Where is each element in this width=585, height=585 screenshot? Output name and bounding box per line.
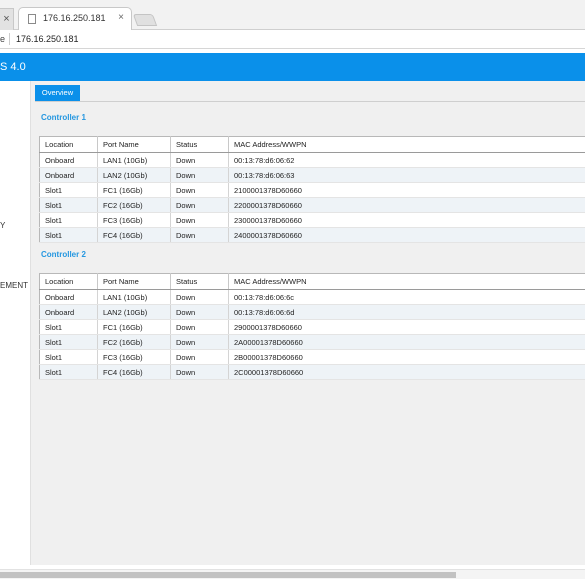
new-tab-button[interactable] — [132, 14, 158, 26]
cell-status: Down — [170, 364, 229, 380]
cell-status: Down — [170, 227, 229, 243]
app-title: S 4.0 — [0, 61, 26, 73]
cell-location: Onboard — [39, 304, 98, 320]
cell-mac-address: 2900001378D60660 — [228, 319, 585, 335]
cell-port-name: LAN2 (10Gb) — [97, 167, 171, 183]
column-header-port-name: Port Name — [97, 273, 171, 290]
table-row[interactable]: Slot1 FC1 (16Gb) Down 2100001378D60660 — [39, 182, 585, 198]
cell-location: Slot1 — [39, 349, 98, 365]
cell-port-name: FC1 (16Gb) — [97, 319, 171, 335]
cell-location: Slot1 — [39, 319, 98, 335]
cell-port-name: FC3 (16Gb) — [97, 212, 171, 228]
table-header-row: Location Port Name Status MAC Address/WW… — [39, 136, 585, 153]
column-header-mac-address: MAC Address/WWPN — [228, 273, 585, 290]
cell-mac-address: 00:13:78:d6:06:62 — [228, 152, 585, 168]
tab-title: 176.16.250.181 — [43, 13, 106, 23]
cell-mac-address: 2300001378D60660 — [228, 212, 585, 228]
table-row[interactable]: Slot1 FC4 (16Gb) Down 2400001378D60660 — [39, 227, 585, 243]
previous-tab[interactable]: × — [0, 8, 14, 30]
cell-location: Slot1 — [39, 227, 98, 243]
address-divider — [9, 33, 10, 45]
cell-status: Down — [170, 167, 229, 183]
tab-overview[interactable]: Overview — [35, 85, 80, 101]
cell-mac-address: 2200001378D60660 — [228, 197, 585, 213]
column-header-location: Location — [39, 136, 98, 153]
cell-mac-address: 2400001378D60660 — [228, 227, 585, 243]
active-tab[interactable]: 176.16.250.181 × — [18, 7, 132, 31]
cell-mac-address: 00:13:78:d6:06:6d — [228, 304, 585, 320]
cell-mac-address: 2A00001378D60660 — [228, 334, 585, 350]
cell-status: Down — [170, 289, 229, 305]
controller-2-title: Controller 2 — [41, 250, 86, 259]
cell-port-name: FC4 (16Gb) — [97, 364, 171, 380]
address-url[interactable]: 176.16.250.181 — [16, 34, 79, 44]
cell-status: Down — [170, 334, 229, 350]
cell-status: Down — [170, 197, 229, 213]
main-content: Overview Controller 1 Location Port Name… — [30, 81, 585, 565]
column-header-status: Status — [170, 273, 229, 290]
cell-port-name: LAN2 (10Gb) — [97, 304, 171, 320]
tab-divider — [35, 101, 585, 102]
address-prefix: e — [0, 34, 6, 44]
table-row[interactable]: Onboard LAN1 (10Gb) Down 00:13:78:d6:06:… — [39, 289, 585, 305]
table-row[interactable]: Onboard LAN1 (10Gb) Down 00:13:78:d6:06:… — [39, 152, 585, 168]
table-header-row: Location Port Name Status MAC Address/WW… — [39, 273, 585, 290]
column-header-location: Location — [39, 273, 98, 290]
table-row[interactable]: Onboard LAN2 (10Gb) Down 00:13:78:d6:06:… — [39, 304, 585, 320]
cell-mac-address: 00:13:78:d6:06:6c — [228, 289, 585, 305]
column-header-mac-address: MAC Address/WWPN — [228, 136, 585, 153]
cell-location: Slot1 — [39, 212, 98, 228]
cell-port-name: LAN1 (10Gb) — [97, 152, 171, 168]
cell-location: Slot1 — [39, 334, 98, 350]
column-header-status: Status — [170, 136, 229, 153]
app-header: S 4.0 — [0, 53, 585, 81]
cell-status: Down — [170, 319, 229, 335]
cell-location: Slot1 — [39, 197, 98, 213]
table-row[interactable]: Slot1 FC4 (16Gb) Down 2C00001378D60660 — [39, 364, 585, 380]
browser-tab-bar: × 176.16.250.181 × — [0, 0, 585, 31]
sidebar-item[interactable]: EMENT — [0, 281, 28, 290]
table-row[interactable]: Onboard LAN2 (10Gb) Down 00:13:78:d6:06:… — [39, 167, 585, 183]
cell-mac-address: 2C00001378D60660 — [228, 364, 585, 380]
page-icon — [28, 14, 36, 24]
cell-port-name: FC2 (16Gb) — [97, 197, 171, 213]
cell-status: Down — [170, 152, 229, 168]
cell-port-name: FC3 (16Gb) — [97, 349, 171, 365]
table-row[interactable]: Slot1 FC3 (16Gb) Down 2300001378D60660 — [39, 212, 585, 228]
sidebar: Y EMENT — [0, 81, 30, 565]
tab-close-icon[interactable]: × — [3, 13, 9, 25]
cell-mac-address: 2B00001378D60660 — [228, 349, 585, 365]
cell-location: Slot1 — [39, 364, 98, 380]
cell-status: Down — [170, 212, 229, 228]
horizontal-scrollbar[interactable] — [0, 569, 585, 579]
cell-status: Down — [170, 182, 229, 198]
scrollbar-thumb[interactable] — [0, 572, 456, 578]
cell-port-name: LAN1 (10Gb) — [97, 289, 171, 305]
cell-status: Down — [170, 349, 229, 365]
cell-port-name: FC2 (16Gb) — [97, 334, 171, 350]
cell-location: Onboard — [39, 152, 98, 168]
cell-port-name: FC1 (16Gb) — [97, 182, 171, 198]
cell-location: Onboard — [39, 289, 98, 305]
table-row[interactable]: Slot1 FC1 (16Gb) Down 2900001378D60660 — [39, 319, 585, 335]
controller-2-port-table: Location Port Name Status MAC Address/WW… — [39, 273, 585, 380]
cell-location: Onboard — [39, 167, 98, 183]
cell-mac-address: 00:13:78:d6:06:63 — [228, 167, 585, 183]
cell-location: Slot1 — [39, 182, 98, 198]
table-row[interactable]: Slot1 FC3 (16Gb) Down 2B00001378D60660 — [39, 349, 585, 365]
controller-1-title: Controller 1 — [41, 113, 86, 122]
cell-port-name: FC4 (16Gb) — [97, 227, 171, 243]
cell-status: Down — [170, 304, 229, 320]
table-row[interactable]: Slot1 FC2 (16Gb) Down 2A00001378D60660 — [39, 334, 585, 350]
sidebar-item[interactable]: Y — [0, 221, 5, 230]
address-bar[interactable]: e 176.16.250.181 — [0, 30, 585, 49]
tab-close-icon[interactable]: × — [118, 12, 124, 23]
controller-1-port-table: Location Port Name Status MAC Address/WW… — [39, 136, 585, 243]
column-header-port-name: Port Name — [97, 136, 171, 153]
cell-mac-address: 2100001378D60660 — [228, 182, 585, 198]
table-row[interactable]: Slot1 FC2 (16Gb) Down 2200001378D60660 — [39, 197, 585, 213]
